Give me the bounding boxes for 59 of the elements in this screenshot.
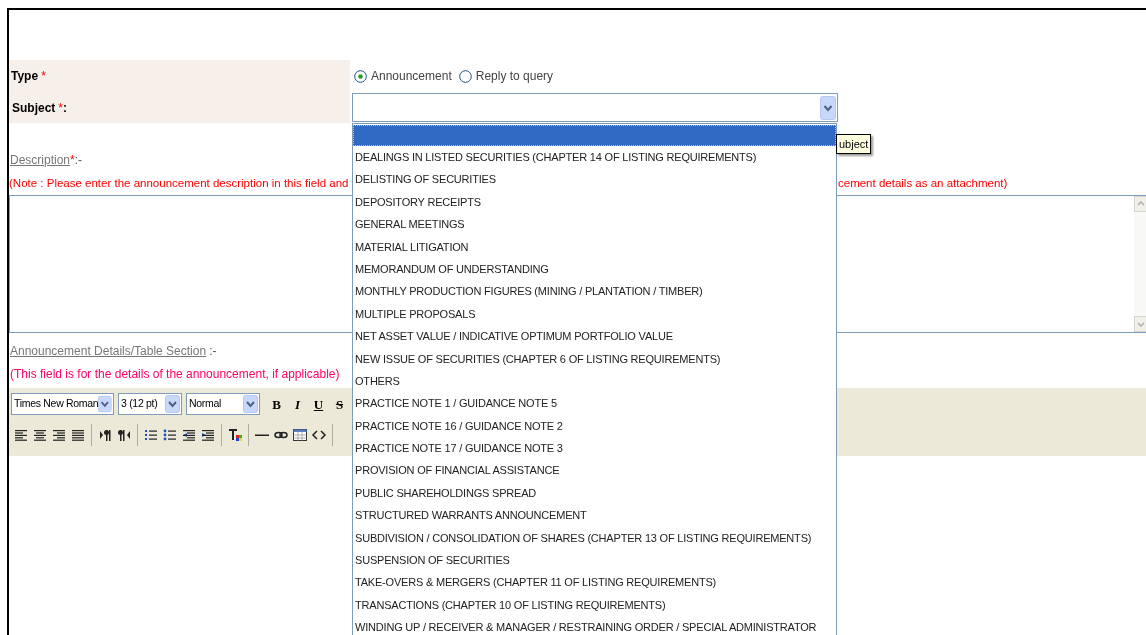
dropdown-option[interactable]: TAKE-OVERS & MERGERS (CHAPTER 11 OF LISTING REQUIREMENTS) (353, 571, 836, 594)
radio-label[interactable]: Announcement (371, 67, 452, 85)
dropdown-option[interactable]: DELISTING OF SECURITIES (353, 168, 836, 191)
label-suffix: :- (209, 344, 217, 359)
dropdown-option[interactable]: DEALINGS IN LISTED SECURITIES (CHAPTER 14 OF LISTING REQUIREMENTS) (353, 146, 836, 169)
indent-icon[interactable] (200, 427, 216, 444)
radio-label[interactable]: Reply to query (475, 67, 554, 85)
required-mark: * (70, 153, 75, 167)
text-color-icon[interactable] (227, 427, 243, 444)
align-center-icon[interactable] (32, 427, 48, 444)
align-right-icon[interactable] (51, 427, 67, 444)
font-select[interactable]: Times New Roman (11, 393, 114, 416)
dropdown-option[interactable]: TRANSACTIONS (CHAPTER 10 OF LISTING REQUIREMENTS) (353, 593, 836, 617)
bold-button[interactable]: B (268, 394, 285, 415)
dropdown-option[interactable]: NET ASSET VALUE / INDICATIVE OPTIMUM PORTFOLIO VALUE (353, 325, 836, 348)
description-note: cement details as an attachment) (838, 176, 1008, 191)
dropdown-option[interactable]: MATERIAL LITIGATION (353, 235, 836, 258)
tooltip: ubject (836, 134, 872, 154)
ltr-icon[interactable] (97, 427, 113, 444)
details-label: Announcement Details/Table Section (10, 344, 207, 359)
details-note: (This field is for the details of the announcement, if applicable) (10, 366, 340, 384)
dropdown-option[interactable]: SUSPENSION OF SECURITIES (353, 549, 836, 572)
dropdown-option[interactable]: MULTIPLE PROPOSALS (353, 302, 836, 326)
size-select[interactable]: 3 (12 pt) (118, 393, 182, 416)
description-note: (Note : Please enter the announcement description in this field and (9, 176, 350, 191)
dropdown-option[interactable]: PRACTICE NOTE 16 / GUIDANCE NOTE 2 (353, 414, 836, 438)
subject-select[interactable] (352, 93, 838, 122)
dropdown-option[interactable]: SUBDIVISION / CONSOLIDATION OF SHARES (CHAPTER 13 OF LISTING REQUIREMENTS) (353, 526, 836, 550)
dropdown-option[interactable]: NEW ISSUE OF SECURITIES (CHAPTER 6 OF LISTING REQUIREMENTS) (353, 347, 836, 370)
dropdown-option[interactable]: GENERAL MEETINGS (353, 213, 836, 236)
dropdown-option[interactable]: MONTHLY PRODUCTION FIGURES (MINING / PLANTATION / TIMBER) (353, 280, 836, 303)
radio-button[interactable] (354, 69, 367, 83)
italic-button[interactable]: I (289, 394, 306, 415)
dropdown-option[interactable]: PRACTICE NOTE 17 / GUIDANCE NOTE 3 (353, 437, 836, 460)
outdent-icon[interactable] (181, 427, 197, 444)
required-mark: * (41, 68, 46, 85)
dropdown-option[interactable]: PUBLIC SHAREHOLDINGS SPREAD (353, 481, 836, 505)
label-colon: : (63, 99, 67, 117)
dropdown-option[interactable]: PRACTICE NOTE 1 / GUIDANCE NOTE 5 (353, 392, 836, 415)
dropdown-option[interactable]: OTHERS (353, 369, 836, 393)
subject-label: Subject (12, 99, 56, 117)
radio-button[interactable] (458, 69, 472, 83)
required-mark: * (58, 99, 63, 117)
dropdown-option[interactable]: WINDING UP / RECEIVER & MANAGER / RESTRAINING ORDER / SPECIAL ADMINISTRATOR (353, 616, 836, 635)
underline-button[interactable]: U (310, 394, 327, 415)
label-suffix: :- (74, 153, 83, 167)
strikethrough-button[interactable]: S (331, 394, 348, 415)
highlighted-option[interactable] (353, 125, 836, 146)
align-left-icon[interactable] (13, 427, 29, 444)
dropdown-option[interactable]: STRUCTURED WARRANTS ANNOUNCEMENT (353, 504, 836, 527)
rtl-icon[interactable] (116, 427, 132, 444)
justify-icon[interactable] (70, 427, 86, 444)
dropdown-option[interactable]: PROVISION OF FINANCIAL ASSISTANCE (353, 459, 836, 482)
dropdown-option[interactable]: DEPOSITORY RECEIPTS (353, 190, 836, 214)
table-icon[interactable] (292, 427, 308, 444)
format-select[interactable]: Normal (186, 393, 260, 416)
type-label: Type (11, 68, 39, 85)
description-label: Description (10, 153, 71, 167)
dropdown-option[interactable]: MEMORANDUM OF UNDERSTANDING (353, 257, 836, 281)
